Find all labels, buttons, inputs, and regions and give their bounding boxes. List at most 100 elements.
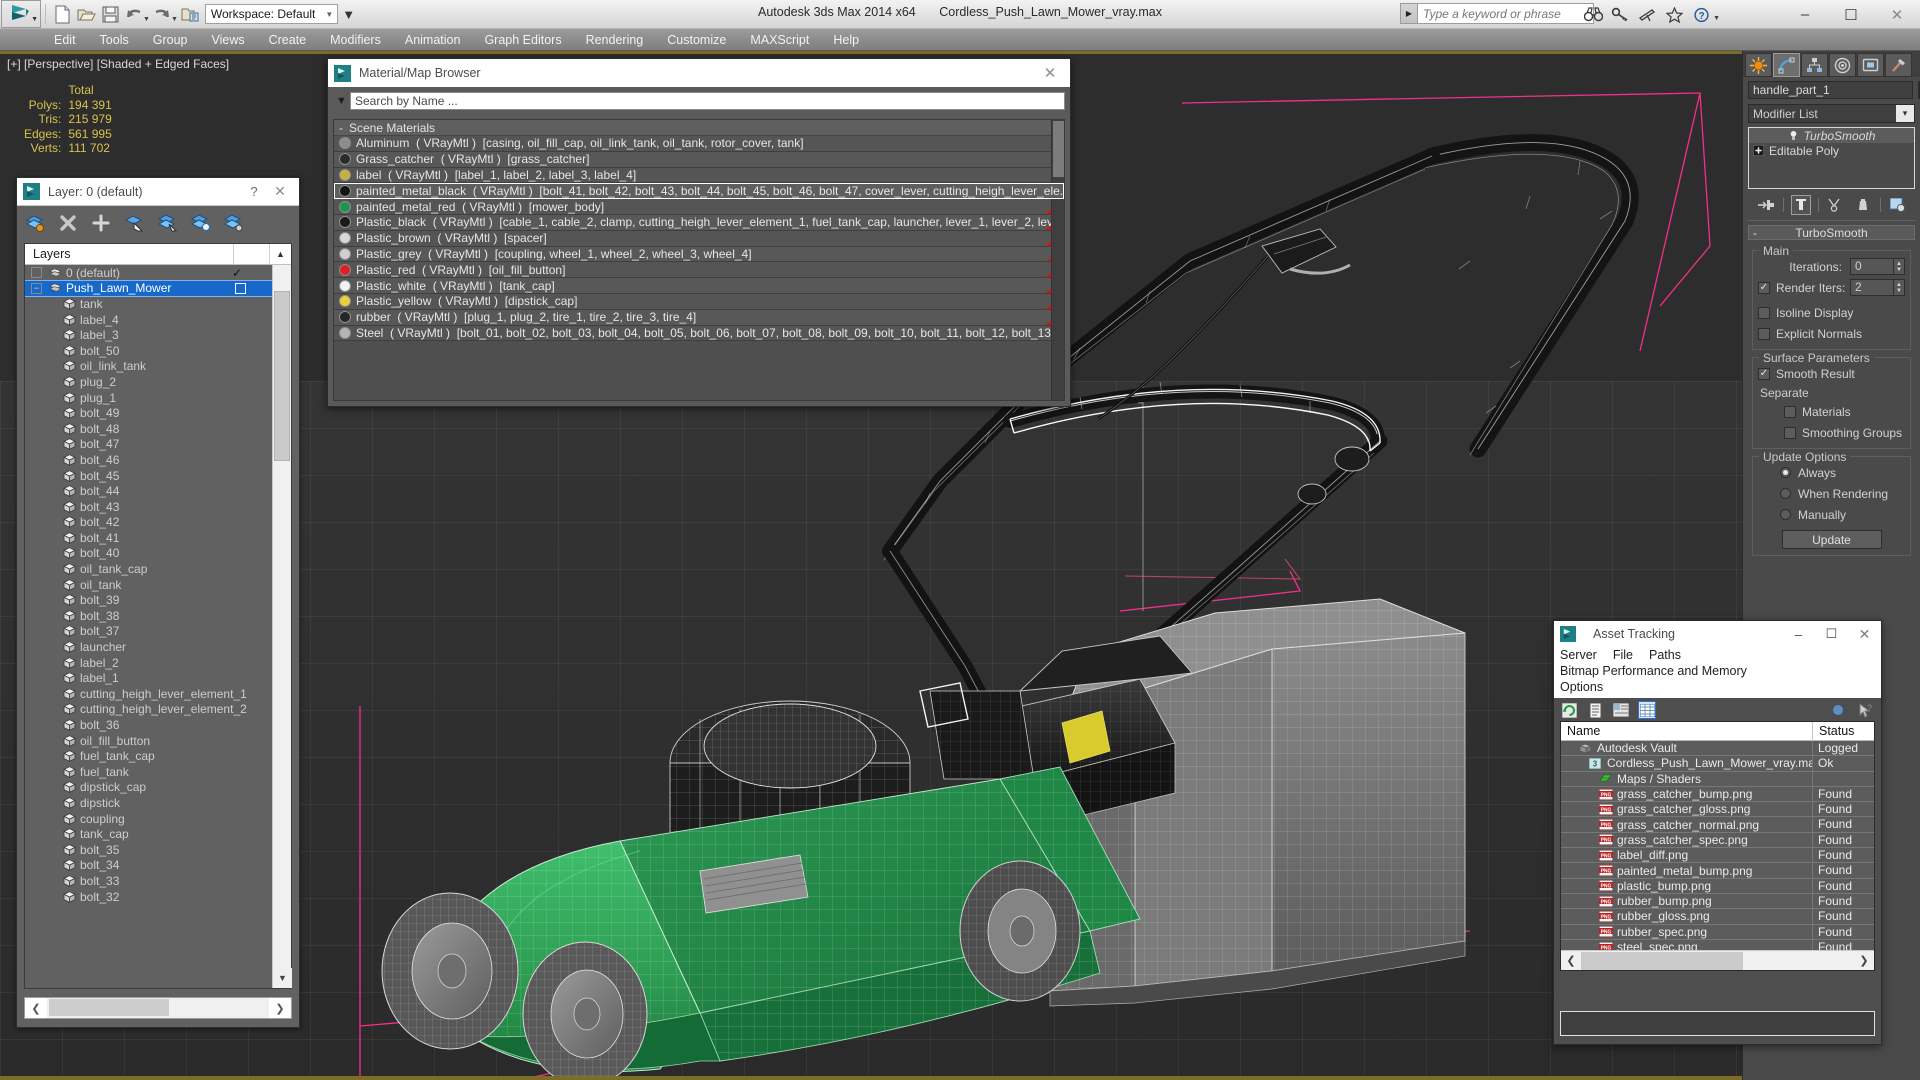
menu-item-maxscript[interactable]: MAXScript (738, 29, 821, 51)
maximize-button[interactable]: ☐ (1815, 621, 1848, 647)
remove-modifier-icon[interactable] (1853, 195, 1873, 215)
make-unique-icon[interactable] (1826, 195, 1846, 215)
material-row[interactable]: Plastic_brown ( VRayMtl ) [spacer] (334, 230, 1064, 247)
column-header-name[interactable]: Name (1561, 722, 1812, 740)
turbosmooth-rollout[interactable]: - TurboSmooth Main Iterations: 0 ▲ ▼ ✓ Re… (1748, 225, 1915, 561)
materials-checkbox[interactable] (1784, 405, 1796, 418)
update-always-row[interactable]: Always (1758, 463, 1905, 482)
layer-row[interactable]: label_3 (25, 327, 272, 343)
layer-list[interactable]: Layers ▲ 0 (default) ✓ − Push_Lawn_Mower tan… (24, 243, 292, 989)
layer-row[interactable]: oil_tank_cap (25, 561, 272, 577)
render-iters-checkbox[interactable]: ✓ (1758, 281, 1770, 294)
search-box[interactable]: ▶ (1400, 3, 1594, 24)
layer-active-check[interactable]: ✓ (232, 266, 242, 280)
rollout-body[interactable]: Main Iterations: 0 ▲ ▼ ✓ Render Iters: 2 … (1748, 240, 1915, 561)
layer-scroll-up-icon[interactable]: ▲ (269, 244, 291, 264)
layer-row[interactable]: bolt_48 (25, 421, 272, 437)
workspace-selector[interactable]: Workspace: Default ▼ (204, 4, 339, 24)
application-menu-button[interactable]: ▼ (1, 0, 41, 28)
layer-row[interactable]: bolt_35 (25, 842, 272, 858)
render-iters-row[interactable]: ✓ Render Iters: 2 ▲ ▼ (1758, 278, 1905, 297)
iterations-field[interactable]: 0 (1850, 258, 1894, 275)
help-icon[interactable]: ? (1689, 2, 1714, 27)
utilities-tab-icon[interactable] (1885, 53, 1912, 77)
material-row[interactable]: Plastic_white ( VRayMtl ) [tank_cap] (334, 278, 1064, 294)
asset-row[interactable]: 3 Cordless_Push_Lawn_Mower_vray.max Ok (1561, 756, 1874, 772)
layer-row[interactable]: bolt_36 (25, 717, 272, 733)
smooth-result-row[interactable]: ✓ Smooth Result (1758, 364, 1905, 383)
layer-row[interactable]: plug_2 (25, 374, 272, 390)
layer-dialog[interactable]: Layer: 0 (default) ? ✕ Layers ▲ 0 (defau… (16, 177, 300, 1028)
explicit-normals-row[interactable]: Explicit Normals (1758, 324, 1905, 343)
layer-dialog-titlebar[interactable]: Layer: 0 (default) ? ✕ (17, 178, 299, 206)
close-icon[interactable]: ✕ (1848, 621, 1881, 647)
viewport-label[interactable]: [+] [Perspective] [Shaded + Edged Faces] (7, 57, 229, 71)
select-highlighted-icon[interactable] (156, 212, 178, 234)
asset-row[interactable]: PNG rubber_gloss.png Found (1561, 909, 1874, 925)
layer-row[interactable]: bolt_49 (25, 405, 272, 421)
layer-row[interactable]: oil_fill_button (25, 733, 272, 749)
menu-item-rendering[interactable]: Rendering (574, 29, 656, 51)
binoculars-icon[interactable] (1581, 2, 1606, 27)
rollout-collapse-glyph[interactable]: - (1753, 226, 1757, 240)
layer-row[interactable]: label_2 (25, 655, 272, 671)
search-input[interactable] (350, 91, 1065, 110)
layer-rows-container[interactable]: 0 (default) ✓ − Push_Lawn_Mower tank label_4 l… (25, 265, 272, 988)
chevron-down-icon[interactable]: ▼ (325, 10, 333, 19)
material-rows-container[interactable]: Aluminum ( VRayMtl ) [casing, oil_fill_c… (334, 136, 1064, 342)
layer-row[interactable]: bolt_38 (25, 608, 272, 624)
layer-properties-icon[interactable] (222, 212, 244, 234)
menu-item-group[interactable]: Group (141, 29, 200, 51)
layer-row[interactable]: launcher (25, 639, 272, 655)
redo-icon[interactable] (150, 2, 174, 26)
layer-row[interactable]: coupling (25, 811, 272, 827)
asset-row[interactable]: Autodesk Vault Logged (1561, 741, 1874, 757)
layer-row[interactable]: label_1 (25, 670, 272, 686)
layer-row[interactable]: bolt_43 (25, 499, 272, 515)
search-input[interactable] (1417, 3, 1594, 24)
separate-materials-row[interactable]: Materials (1758, 402, 1905, 421)
iterations-row[interactable]: Iterations: 0 ▲ ▼ (1758, 257, 1905, 276)
scroll-right-icon[interactable]: ❯ (269, 1002, 291, 1015)
asset-row[interactable]: PNG rubber_bump.png Found (1561, 893, 1874, 910)
quick-access-toolbar[interactable]: ▼ ▼ ▼ Workspace: Default ▼ ▼ Autodesk 3d… (0, 0, 1920, 29)
layer-row[interactable]: oil_link_tank (25, 359, 272, 375)
scroll-left-icon[interactable]: ❮ (25, 1002, 47, 1015)
update-when-rendering-row[interactable]: When Rendering (1758, 484, 1905, 503)
menu-file[interactable]: File (1613, 647, 1633, 663)
asset-tracking-menubar[interactable]: Server File Paths Bitmap Performance and… (1554, 647, 1881, 698)
add-selection-icon[interactable] (90, 212, 112, 234)
delete-layer-icon[interactable] (57, 212, 79, 234)
material-list[interactable]: - Scene Materials Aluminum ( VRayMtl ) [… (333, 119, 1065, 401)
layer-row[interactable]: bolt_33 (25, 873, 272, 889)
separate-smoothing-groups-row[interactable]: Smoothing Groups (1758, 423, 1905, 442)
grid-view-icon[interactable] (1638, 701, 1656, 719)
layer-row[interactable]: fuel_tank_cap (25, 748, 272, 764)
detail-view-icon[interactable] (1612, 701, 1630, 719)
column-header-status[interactable]: Status (1812, 722, 1874, 740)
layer-list-scrollbar[interactable]: ▼ (272, 265, 292, 988)
layer-row[interactable]: cutting_heigh_lever_element_1 (25, 686, 272, 702)
refresh-icon[interactable] (1560, 701, 1578, 719)
layer-row[interactable]: 0 (default) ✓ (25, 265, 272, 281)
close-icon[interactable]: ✕ (267, 183, 293, 200)
layer-row[interactable]: bolt_41 (25, 530, 272, 546)
menu-item-modifiers[interactable]: Modifiers (318, 29, 393, 51)
render-iters-spinner[interactable]: ▲ ▼ (1894, 279, 1905, 296)
menu-item-create[interactable]: Create (257, 29, 319, 51)
object-name-row[interactable] (1743, 77, 1920, 101)
asset-rows-container[interactable]: Autodesk Vault Logged 3 Cordless_Push_Lawn_… (1561, 741, 1874, 956)
smooth-result-checkbox[interactable]: ✓ (1758, 367, 1770, 380)
scene-materials-group[interactable]: - Scene Materials (334, 120, 1064, 136)
hscroll-track[interactable] (47, 998, 269, 1018)
layer-row[interactable]: bolt_44 (25, 483, 272, 499)
layer-row[interactable]: tank_cap (25, 826, 272, 842)
main-menubar[interactable]: Edit Tools Group Views Create Modifiers Animat… (0, 29, 1920, 51)
menu-item-edit[interactable]: Edit (42, 29, 88, 51)
asset-row[interactable]: PNG label_diff.png Found (1561, 848, 1874, 864)
smoothing-groups-checkbox[interactable] (1784, 426, 1796, 439)
asset-row[interactable]: PNG plastic_bump.png Found (1561, 878, 1874, 894)
group-collapse-toggle[interactable]: - (339, 121, 343, 135)
hierarchy-tab-icon[interactable] (1801, 53, 1828, 77)
modifier-stack[interactable]: TurboSmooth Editable Poly (1748, 127, 1915, 189)
